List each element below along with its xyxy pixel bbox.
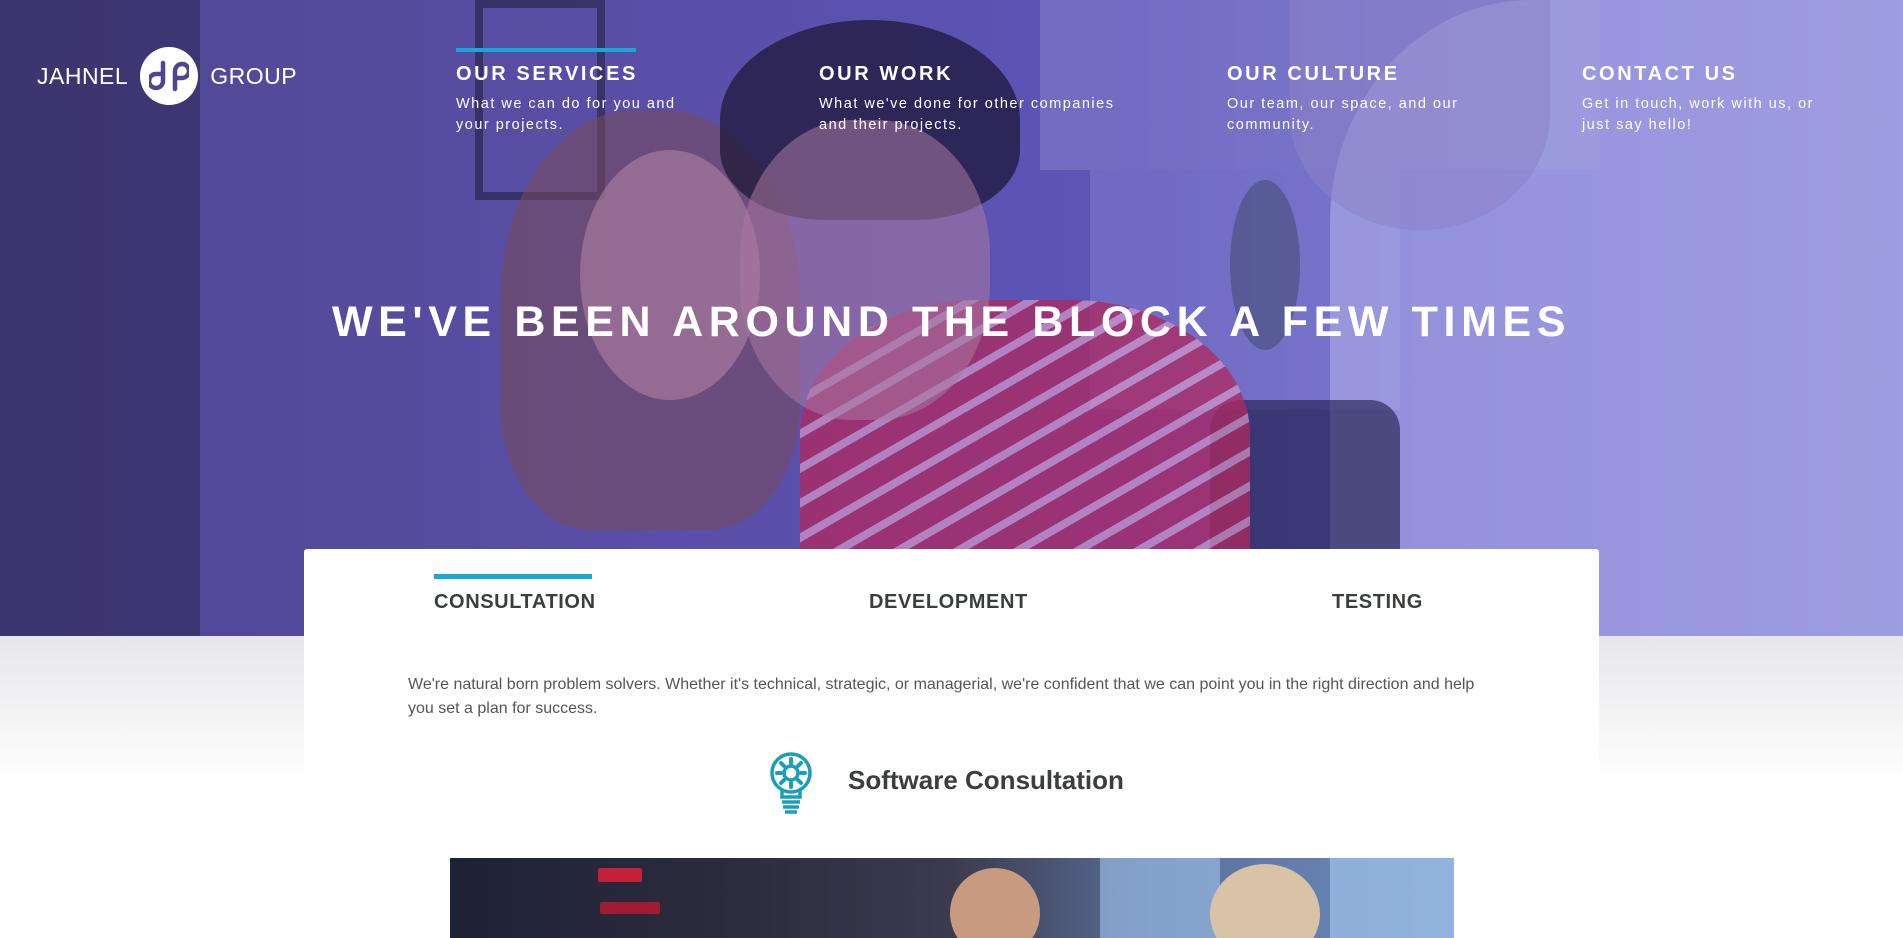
services-card: CONSULTATION DEVELOPMENT TESTING We're n… <box>304 549 1599 938</box>
nav-desc: Get in touch, work with us, or just say … <box>1582 96 1814 133</box>
service-photo <box>450 858 1454 938</box>
service-title: Software Consultation <box>848 765 1124 795</box>
lightbulb-gear-icon <box>766 751 816 817</box>
nav-active-indicator <box>456 48 636 52</box>
tab-active-indicator <box>434 574 592 579</box>
nav-item-our-work[interactable]: OUR WORK What we've done for other compa… <box>819 48 1119 136</box>
nav-item-contact-us[interactable]: CONTACT US Get in touch, work with us, o… <box>1582 48 1832 136</box>
tab-label: TESTING <box>1332 591 1423 613</box>
nav-desc: Our team, our space, and our community. <box>1227 96 1459 133</box>
nav-title: OUR SERVICES <box>456 63 638 85</box>
hero-title: WE'VE BEEN AROUND THE BLOCK A FEW TIMES <box>331 298 1572 346</box>
tab-label: DEVELOPMENT <box>869 591 1028 613</box>
logo-link[interactable]: JAHNEL GROUP <box>37 47 297 105</box>
nav-desc: What we've done for other companies and … <box>819 96 1115 133</box>
tab-label: CONSULTATION <box>434 591 596 613</box>
tab-testing[interactable]: TESTING <box>1332 574 1423 614</box>
tab-development[interactable]: DEVELOPMENT <box>869 574 1028 614</box>
nav-item-our-services[interactable]: OUR SERVICES What we can do for you and … <box>456 48 696 136</box>
tab-consultation[interactable]: CONSULTATION <box>434 574 596 614</box>
logo-word-left: JAHNEL <box>37 62 129 89</box>
nav-title: OUR CULTURE <box>1227 63 1400 85</box>
nav-desc: What we can do for you and your projects… <box>456 96 676 133</box>
nav-title: CONTACT US <box>1582 63 1738 85</box>
hero-banner: JAHNEL GROUP OUR SERVICES What we can do… <box>0 0 1903 636</box>
nav-title: OUR WORK <box>819 63 954 85</box>
logo-word-right: GROUP <box>210 62 298 89</box>
logo-mark-icon <box>140 47 199 105</box>
nav-item-our-culture[interactable]: OUR CULTURE Our team, our space, and our… <box>1227 48 1487 136</box>
consultation-intro: We're natural born problem solvers. Whet… <box>408 676 1475 717</box>
